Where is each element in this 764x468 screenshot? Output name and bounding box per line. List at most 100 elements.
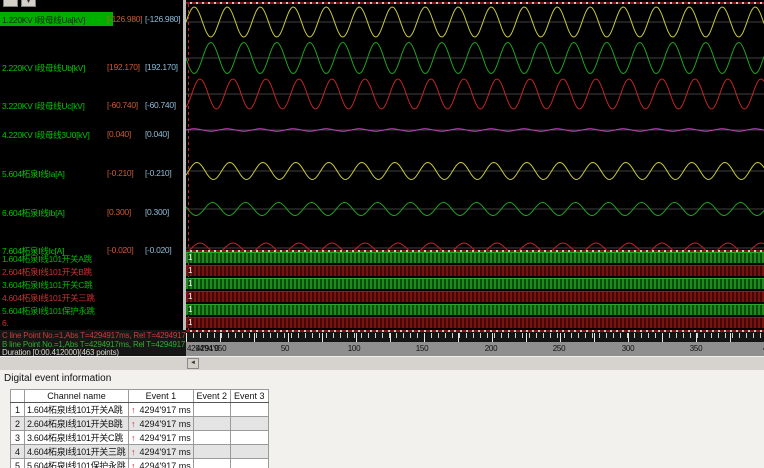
digital-state-marker: 1 <box>188 253 193 262</box>
event-table-row[interactable]: 3 3.604柘泉Ⅰ线101开关C跳 ↑ 4294'917 ms <box>10 430 269 445</box>
digital-channel-row[interactable]: 2.604柘泉Ⅰ线101开关B跳 <box>0 265 183 277</box>
channel-value-secondary: [-0.210] <box>145 168 172 178</box>
analog-channel-row[interactable]: 4.220KV Ⅰ段母线3U0[kV] [0.040] [0.040] <box>0 127 183 141</box>
channel-value-primary: [-0.210] <box>107 168 134 178</box>
digital-state-marker: 1 <box>188 266 193 275</box>
digital-channel-row[interactable]: 3.604柘泉Ⅰ线101开关C跳 <box>0 278 183 290</box>
channel-value-secondary: [-126.980] <box>145 14 181 24</box>
digital-state-marker: 1 <box>188 279 193 288</box>
analog-channel-row[interactable]: 1.220KV Ⅰ段母线Ua[kV] [-126.980] [-126.980] <box>0 12 183 26</box>
event1-cell: ↑ 4294'917 ms <box>128 458 194 468</box>
channel-value-primary: [0.300] <box>107 207 131 217</box>
row-number-cell: 2 <box>10 416 25 431</box>
analog-channel-row[interactable]: 2.220KV Ⅰ段母线Ub[kV] [192.170] [192.170] <box>0 60 183 74</box>
time-ruler-label: 350 <box>689 344 703 353</box>
analog-channel-row[interactable]: 6.604柘泉Ⅰ线Ib[A] [0.300] [0.300] <box>0 205 183 219</box>
channel-value-secondary: [0.300] <box>145 207 169 217</box>
time-ruler-label: 4294'950 <box>196 344 227 353</box>
event3-cell <box>229 430 269 445</box>
channel-label: 1.220KV Ⅰ段母线Ua[kV] <box>2 15 86 25</box>
app-window: ▾ 1.220KV Ⅰ段母线Ua[kV] [-126.980] [-126.980]… <box>0 0 764 468</box>
trip-rising-arrow-icon: ↑ <box>131 446 136 457</box>
analog-channel-row[interactable]: 3.220KV Ⅰ段母线Uc[kV] [-60.740] [-60.740] <box>0 98 183 112</box>
event-table-header-cell: Event 2 <box>192 389 231 403</box>
row-number-cell: 4 <box>10 444 25 459</box>
time-ruler-label: 250 <box>552 344 566 353</box>
event-time: 4294'917 ms <box>139 404 191 415</box>
digital-state-bar: 1 <box>186 304 764 315</box>
row-number-cell: 1 <box>10 402 25 417</box>
channel-name-cell: 2.604柘泉Ⅰ线101开关B跳 <box>24 416 129 431</box>
channel-value-primary: [192.170] <box>107 62 140 72</box>
channel-name-cell: 1.604柘泉Ⅰ线101开关A跳 <box>24 402 129 417</box>
event2-cell <box>192 444 231 459</box>
event2-cell <box>192 416 231 431</box>
event-time: 4294'917 ms <box>139 446 191 457</box>
digital-state-marker: 1 <box>188 305 193 314</box>
digital-channel-row[interactable]: 4.604柘泉Ⅰ线101开关三跳 <box>0 291 183 303</box>
horizontal-scrollbar-track[interactable] <box>0 356 764 370</box>
event-time: 4294'917 ms <box>139 460 191 468</box>
time-ruler-label: 50 <box>280 344 290 353</box>
channel-label: 6.604柘泉Ⅰ线Ib[A] <box>2 208 65 218</box>
digital-event-section: Digital event information Channel name Ev… <box>0 370 764 468</box>
time-ruler-label: 150 <box>415 344 429 353</box>
time-ruler-label: 200 <box>484 344 498 353</box>
time-ruler-label: 300 <box>621 344 635 353</box>
channel-value-secondary: [0.040] <box>145 129 169 139</box>
digital-channel-row[interactable]: 1.604柘泉Ⅰ线101开关A跳 <box>0 252 183 264</box>
trip-rising-arrow-icon: ↑ <box>131 418 136 429</box>
channel-value-secondary: [-60.740] <box>145 100 176 110</box>
top-marker-line <box>186 2 764 4</box>
digital-state-marker: 1 <box>188 318 193 327</box>
channel-name-cell: 4.604柘泉Ⅰ线101开关三跳 <box>24 444 129 459</box>
trip-rising-arrow-icon: ↑ <box>131 460 136 468</box>
event3-cell <box>229 444 269 459</box>
analog-channel-row[interactable]: 5.604柘泉Ⅰ线Ia[A] [-0.210] [-0.210] <box>0 166 183 180</box>
digital-state-bar: 1 <box>186 317 764 328</box>
event1-cell: ↑ 4294'917 ms <box>128 430 194 445</box>
event2-cell <box>192 402 231 417</box>
trip-rising-arrow-icon: ↑ <box>131 432 136 443</box>
digital-channel-row[interactable]: 5.604柘泉Ⅰ线101保护永跳 <box>0 304 183 316</box>
channel-value-primary: [0.040] <box>107 129 131 139</box>
channel-label: 3.220KV Ⅰ段母线Uc[kV] <box>2 101 85 111</box>
digital-channel-label: 5.604柘泉Ⅰ线101保护永跳 <box>2 306 95 316</box>
event2-cell <box>192 430 231 445</box>
event-table-header-cell: Channel name <box>24 389 129 403</box>
time-ruler-tick-strip <box>186 330 764 342</box>
channel-name-cell: 3.604柘泉Ⅰ线101开关C跳 <box>24 430 129 445</box>
event3-cell <box>229 416 269 431</box>
event-table-header-cell: Event 3 <box>229 389 269 403</box>
event-section-title: Digital event information <box>4 373 112 384</box>
event1-cell: ↑ 4294'917 ms <box>128 416 194 431</box>
event-table-wrap: Channel name Event 1 Event 2 Event 3 1 1.604… <box>10 389 269 468</box>
channel-label: 2.220KV Ⅰ段母线Ub[kV] <box>2 63 86 73</box>
digital-channel-label: 4.604柘泉Ⅰ线101开关三跳 <box>2 293 95 303</box>
toolbar-button-1[interactable] <box>3 0 18 7</box>
waveform-panel[interactable]: 1 1 1 1 1 1 <box>186 0 764 330</box>
scroll-left-button[interactable]: ◄ <box>187 358 199 369</box>
digital-state-bar: 1 <box>186 252 764 263</box>
event-table-row[interactable]: 5 5.604柘泉Ⅰ线101保护永跳 ↑ 4294'917 ms <box>10 458 269 468</box>
event-table-row[interactable]: 2 2.604柘泉Ⅰ线101开关B跳 ↑ 4294'917 ms <box>10 416 269 431</box>
event3-cell <box>229 458 269 468</box>
digital-channel-label: 1.604柘泉Ⅰ线101开关A跳 <box>2 254 92 264</box>
event-table-row[interactable]: 4 4.604柘泉Ⅰ线101开关三跳 ↑ 4294'917 ms <box>10 444 269 459</box>
event1-cell: ↑ 4294'917 ms <box>128 402 194 417</box>
event-table: Channel name Event 1 Event 2 Event 3 1 1.604… <box>10 389 269 468</box>
toolbar-button-2 dropdown-arrow-icon[interactable]: ▾ <box>21 0 36 7</box>
digital-state-bar: 1 <box>186 265 764 276</box>
time-ruler-labels: 4294'914294'9500501001502002503003504 <box>186 342 764 356</box>
digital-channel-label: 2.604柘泉Ⅰ线101开关B跳 <box>2 267 92 277</box>
time-ruler-label: 100 <box>347 344 361 353</box>
event-table-row[interactable]: 1 1.604柘泉Ⅰ线101开关A跳 ↑ 4294'917 ms <box>10 402 269 417</box>
row-number-cell: 5 <box>10 458 25 468</box>
channel-label: 4.220KV Ⅰ段母线3U0[kV] <box>2 130 90 140</box>
channel-value-primary: [-60.740] <box>107 100 138 110</box>
duration-status: Duration [0:00.412000](463 points) <box>2 348 119 356</box>
event-table-header-cell <box>10 389 25 403</box>
event-table-header-cell: Event 1 <box>128 389 194 403</box>
cursor-status-panel: C line Point No.=1,Abs T=4294917ms, Rel … <box>0 330 186 356</box>
event-time: 4294'917 ms <box>139 418 191 429</box>
